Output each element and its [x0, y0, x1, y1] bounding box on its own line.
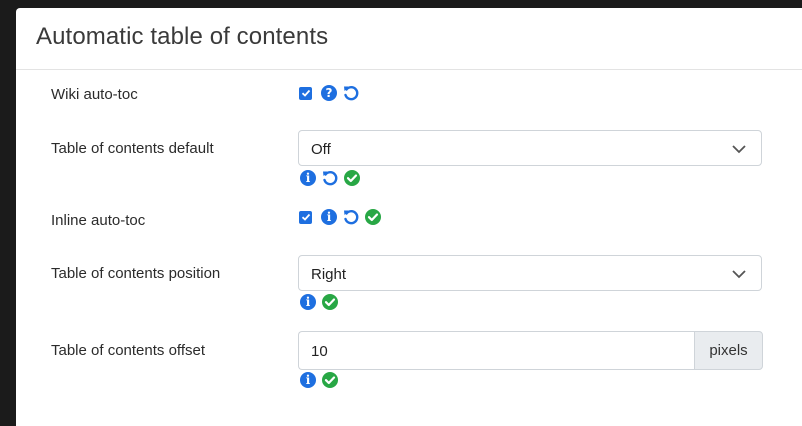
inline-autotoc-checkbox[interactable] — [299, 210, 312, 224]
toc-position-value: Right — [311, 266, 347, 283]
toc-offset-label: Table of contents offset — [51, 342, 205, 359]
toc-default-label: Table of contents default — [51, 140, 214, 157]
panel-title: Automatic table of contents — [36, 23, 329, 50]
svg-text:?: ? — [326, 86, 333, 100]
inline-autotoc-label: Inline auto-toc — [51, 212, 146, 229]
svg-text:i: i — [327, 210, 332, 224]
question-icon[interactable]: ? — [320, 84, 338, 102]
wiki-autotoc-controls: ? — [299, 84, 360, 102]
toc-offset-input[interactable]: 10 — [298, 331, 694, 370]
toc-default-select[interactable]: Off — [298, 130, 762, 166]
toc-default-controls: i — [299, 169, 361, 187]
svg-text:i: i — [306, 373, 311, 387]
wiki-autotoc-checkbox[interactable] — [299, 86, 312, 100]
toc-offset-controls: i — [299, 371, 339, 389]
svg-text:i: i — [306, 295, 311, 309]
toc-position-controls: i — [299, 293, 339, 311]
info-icon[interactable]: i — [299, 371, 317, 389]
info-icon[interactable]: i — [299, 169, 317, 187]
reset-icon[interactable] — [342, 208, 360, 226]
reset-icon[interactable] — [321, 169, 339, 187]
check-icon — [344, 170, 360, 186]
info-icon[interactable]: i — [299, 293, 317, 311]
wiki-autotoc-label: Wiki auto-toc — [51, 86, 138, 103]
toc-offset-input-group: 10 pixels — [298, 331, 763, 370]
reset-icon[interactable] — [342, 84, 360, 102]
svg-text:i: i — [306, 171, 311, 185]
settings-panel: Automatic table of contents Wiki auto-to… — [16, 8, 802, 426]
info-icon[interactable]: i — [320, 208, 338, 226]
toc-offset-unit: pixels — [694, 331, 763, 370]
chevron-down-icon — [732, 270, 746, 279]
toc-offset-value: 10 — [311, 343, 328, 360]
toc-position-label: Table of contents position — [51, 265, 221, 282]
check-icon — [365, 209, 381, 225]
toc-default-value: Off — [311, 141, 331, 158]
inline-autotoc-controls: i — [299, 208, 382, 226]
chevron-down-icon — [732, 145, 746, 154]
title-divider — [16, 69, 802, 70]
check-icon — [322, 372, 338, 388]
toc-position-select[interactable]: Right — [298, 255, 762, 291]
check-icon — [322, 294, 338, 310]
